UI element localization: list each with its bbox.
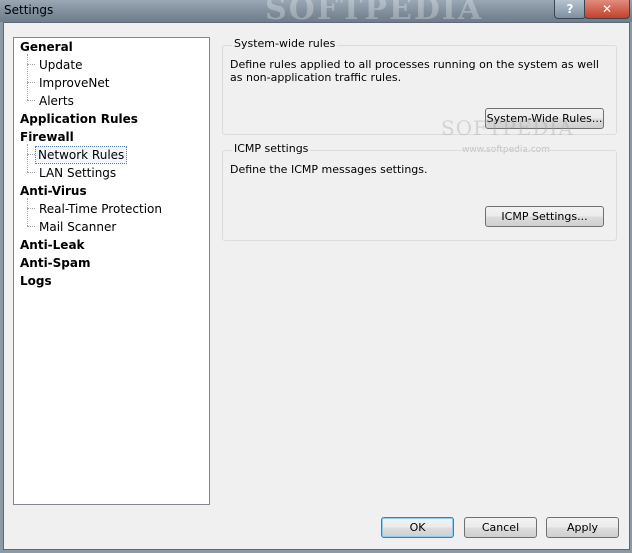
cancel-button[interactable]: Cancel <box>464 517 537 538</box>
tree-connector <box>27 172 35 173</box>
tree-item-mail-scanner[interactable]: Mail Scanner <box>36 219 119 235</box>
system-wide-rules-title: System-wide rules <box>232 37 338 50</box>
settings-dialog: General Update ImproveNet Alerts Applica… <box>3 22 630 550</box>
help-icon: ? <box>566 2 574 16</box>
icmp-settings-title: ICMP settings <box>232 142 311 155</box>
tree-item-firewall[interactable]: Firewall <box>17 129 77 145</box>
tree-item-anti-virus[interactable]: Anti-Virus <box>17 183 90 199</box>
tree-item-improvenet[interactable]: ImproveNet <box>36 75 112 91</box>
help-button[interactable]: ? <box>554 0 586 19</box>
icmp-settings-group: ICMP settings Define the ICMP messages s… <box>222 142 617 241</box>
tree-connector <box>27 154 35 155</box>
apply-button[interactable]: Apply <box>546 517 619 538</box>
tree-connector <box>27 82 35 83</box>
tree-connector <box>27 226 35 227</box>
tree-item-lan-settings[interactable]: LAN Settings <box>36 165 119 181</box>
tree-item-alerts[interactable]: Alerts <box>36 93 77 109</box>
close-icon: ✕ <box>601 2 613 16</box>
tree-item-real-time-protection[interactable]: Real-Time Protection <box>36 201 165 217</box>
system-wide-rules-description: Define rules applied to all processes ru… <box>230 58 599 84</box>
tree-connector-antivirus <box>27 198 28 226</box>
tree-item-network-rules[interactable]: Network Rules <box>35 146 128 164</box>
close-button[interactable]: ✕ <box>584 0 630 19</box>
tree-connector-general <box>27 54 28 100</box>
window-title: Settings <box>4 3 54 17</box>
icmp-settings-description: Define the ICMP messages settings. <box>230 163 428 176</box>
tree-connector <box>27 100 35 101</box>
tree-connector <box>27 64 35 65</box>
tree-item-anti-spam[interactable]: Anti-Spam <box>17 255 94 271</box>
tree-connector-firewall <box>27 144 28 172</box>
icmp-settings-button[interactable]: ICMP Settings... <box>485 206 604 227</box>
content-watermark: SOFTPEDIA <box>441 116 574 140</box>
tree-item-application-rules[interactable]: Application Rules <box>17 111 141 127</box>
tree-item-logs[interactable]: Logs <box>17 273 55 289</box>
tree-item-anti-leak[interactable]: Anti-Leak <box>17 237 88 253</box>
tree-connector <box>27 208 35 209</box>
tree-item-general[interactable]: General <box>17 39 76 55</box>
settings-tree[interactable]: General Update ImproveNet Alerts Applica… <box>13 37 210 505</box>
tree-item-update[interactable]: Update <box>36 57 85 73</box>
ok-button[interactable]: OK <box>381 517 454 538</box>
title-bar: Settings SOFTPEDIA ? ✕ <box>0 0 632 27</box>
